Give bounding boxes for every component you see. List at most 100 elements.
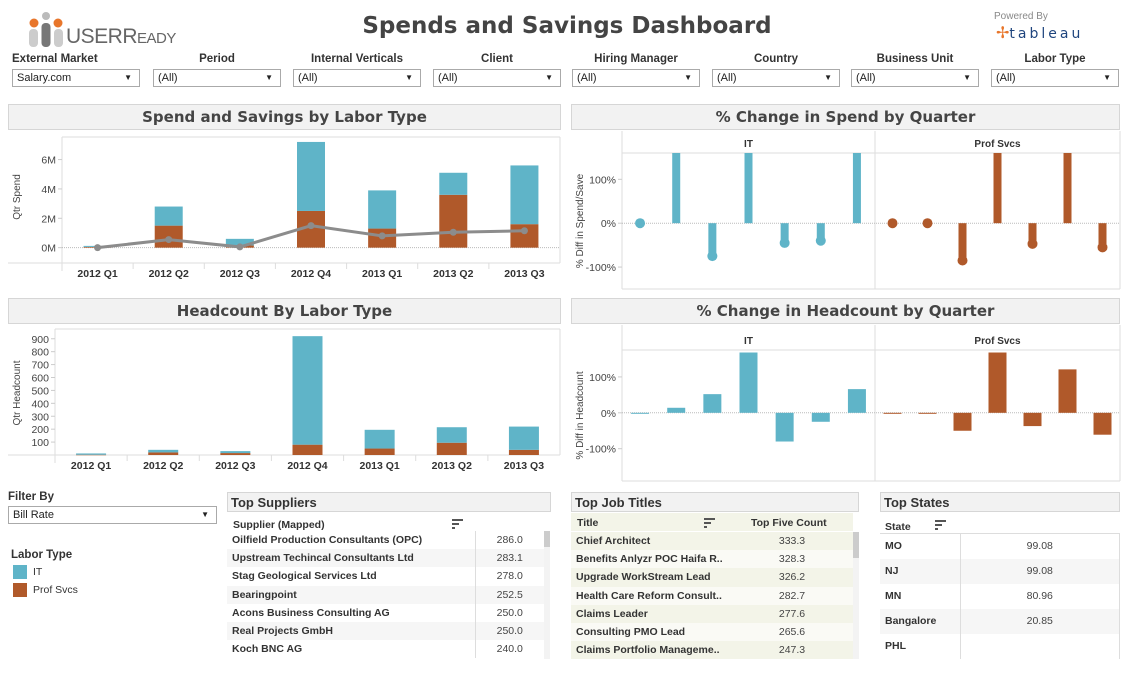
filter-value: (All) [298, 72, 318, 84]
row-value: 20.85 [959, 608, 1120, 634]
bar-prof-svcs [988, 352, 1007, 413]
x-tick-label: 2012 Q1 [77, 268, 117, 280]
x-tick-label: 2013 Q3 [504, 268, 544, 280]
table-row[interactable]: Acons Business Consulting AG 250.0 [227, 603, 544, 622]
table-row[interactable]: Benefits Anlyzr POC Haifa R.. 328.3 [571, 550, 853, 569]
filter-label: Country [753, 53, 799, 65]
bar-prof-svcs [220, 453, 251, 455]
state-column-header[interactable]: State [885, 521, 911, 533]
facet-label-it: IT [744, 336, 753, 347]
y-tick-label: -100% [586, 262, 616, 274]
row-value: 99.08 [959, 533, 1120, 559]
filter-by-select[interactable]: Bill Rate ▼ [8, 506, 217, 524]
filter-select[interactable]: (All) ▼ [991, 69, 1119, 87]
top-five-count-header[interactable]: Top Five Count [751, 517, 827, 529]
suppliers-scrollbar[interactable] [544, 531, 550, 659]
bar-prof-svcs [76, 454, 107, 456]
job-titles-scrollbar[interactable] [853, 532, 859, 659]
row-name: Real Projects GmbH [232, 625, 333, 638]
table-row[interactable]: PHL [880, 633, 1120, 659]
filter-select[interactable]: Salary.com ▼ [12, 69, 140, 87]
y-tick-label: 500 [31, 385, 49, 397]
filter-select[interactable]: (All) ▼ [153, 69, 281, 87]
facet-label-prof-svcs: Prof Svcs [974, 336, 1021, 347]
y-tick-label: 0% [601, 218, 616, 230]
row-value: 80.96 [959, 583, 1120, 609]
table-row[interactable]: Real Projects GmbH 250.0 [227, 621, 544, 641]
scroll-thumb[interactable] [544, 531, 550, 547]
bar-it-point [635, 218, 646, 229]
spend-chart-title: Spend and Savings by Labor Type [8, 104, 561, 130]
userready-logo: USERREADY [26, 11, 176, 51]
tableau-plus-icon: ✢ [996, 23, 1010, 42]
top-states-table: MO 99.08 NJ 99.08 MN 80.96 Bangalore 20.85 PHL [880, 533, 1120, 659]
bar-prof-svcs [1093, 412, 1112, 435]
filter-value: (All) [856, 72, 876, 84]
supplier-column-header[interactable]: Supplier (Mapped) [233, 519, 325, 531]
dropdown-caret-icon: ▼ [684, 73, 692, 82]
bar-it-point [779, 237, 790, 248]
table-row[interactable]: NJ 99.08 [880, 558, 1120, 584]
y-tick-label: 200 [31, 424, 49, 436]
filter-select[interactable]: (All) ▼ [712, 69, 840, 87]
pct-headcount-chart-title: % Change in Headcount by Quarter [571, 298, 1120, 324]
dashboard-title: Spends and Savings Dashboard [362, 13, 772, 39]
filter-internal-verticals: Internal Verticals (All) ▼ [293, 53, 421, 87]
y-tick-label: 6M [41, 155, 56, 167]
table-row[interactable]: Bearingpoint 252.5 [227, 585, 544, 604]
legend-swatch-prof-svcs [13, 583, 27, 597]
row-name: Consulting PMO Lead [576, 626, 686, 639]
filter-select[interactable]: (All) ▼ [293, 69, 421, 87]
bar-it [154, 206, 183, 226]
filter-value: (All) [577, 72, 597, 84]
table-row[interactable]: Chief Architect 333.3 [571, 532, 853, 551]
bar-it [739, 352, 758, 413]
filter-label: Labor Type [1024, 53, 1086, 65]
bar-prof-svcs [953, 412, 972, 431]
bar-it [76, 453, 107, 455]
filter-value: (All) [438, 72, 458, 84]
table-row[interactable]: MN 80.96 [880, 583, 1120, 609]
savings-point [307, 222, 315, 230]
bar-it [744, 153, 753, 224]
facet-label-prof-svcs: Prof Svcs [974, 139, 1021, 150]
table-row[interactable]: Oilfield Production Consultants (OPC) 286… [227, 531, 544, 550]
legend-title: Labor Type [11, 549, 73, 561]
legend-label: Prof Svcs [33, 583, 78, 596]
bar-it [672, 153, 681, 224]
table-row[interactable]: Upgrade WorkStream Lead 326.2 [571, 568, 853, 587]
bar-it [368, 190, 397, 229]
bar-prof-svcs [292, 444, 323, 455]
table-row[interactable]: Health Care Reform Consult.. 282.7 [571, 586, 853, 605]
scroll-thumb[interactable] [853, 532, 859, 558]
bar-it [667, 407, 686, 413]
table-row[interactable]: Stag Geological Services Ltd 278.0 [227, 567, 544, 586]
dropdown-caret-icon: ▼ [405, 73, 413, 82]
filter-select[interactable]: (All) ▼ [572, 69, 700, 87]
legend-item-prof-svcs[interactable]: Prof Svcs [13, 583, 78, 597]
table-row[interactable]: MO 99.08 [880, 533, 1120, 559]
legend-item-it[interactable]: IT [13, 565, 42, 579]
row-value: 265.6 [778, 626, 806, 639]
filter-select[interactable]: (All) ▼ [851, 69, 979, 87]
y-tick-label: 900 [31, 334, 49, 346]
row-name: Claims Portfolio Manageme.. [576, 644, 720, 657]
row-value: 99.08 [959, 558, 1120, 584]
table-row[interactable]: Claims Portfolio Manageme.. 247.3 [571, 641, 853, 660]
y-tick-label: 700 [31, 360, 49, 372]
top-job-titles-title: Top Job Titles [571, 492, 859, 512]
table-row[interactable]: Koch BNC AG 240.0 [227, 640, 544, 659]
bar-prof-svcs-point [1097, 242, 1108, 253]
table-row[interactable]: Consulting PMO Lead 265.6 [571, 622, 853, 642]
bar-prof-svcs-point [957, 255, 968, 266]
filter-select[interactable]: (All) ▼ [433, 69, 561, 87]
table-row[interactable]: Upstream Techincal Consultants Ltd 283.1 [227, 549, 544, 568]
table-row[interactable]: Claims Leader 277.6 [571, 604, 853, 623]
row-name: Stag Geological Services Ltd [232, 570, 377, 583]
table-row[interactable]: Bangalore 20.85 [880, 608, 1120, 634]
x-tick-label: 2013 Q3 [504, 460, 544, 472]
pct-change-headcount-chart: -100% 0% 100%% Diff in Headcount IT Prof Svc… [575, 325, 1121, 482]
title-column-header[interactable]: Title [577, 517, 598, 529]
pct-change-spend-chart: -100% 0% 100%% Diff in Spend/Save IT Prof Sv… [575, 131, 1121, 290]
y-tick-label: 300 [31, 411, 49, 423]
